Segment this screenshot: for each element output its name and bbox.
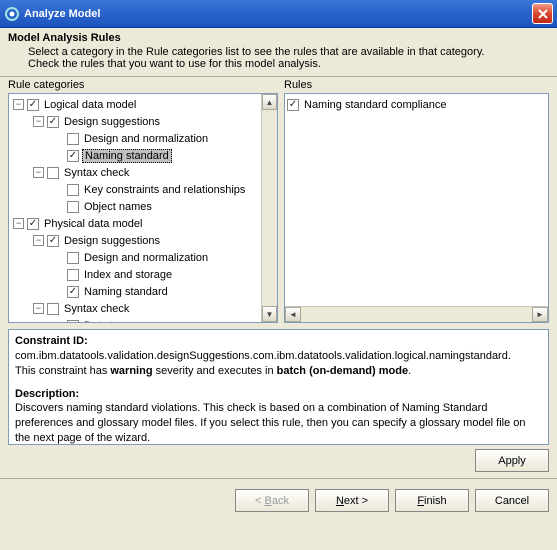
rule-label: Naming standard compliance (302, 99, 448, 111)
constraint-id-value: com.ibm.datatools.validation.designSugge… (15, 349, 542, 364)
description-body: Discovers naming standard violations. Th… (15, 401, 542, 445)
collapse-icon[interactable]: − (33, 116, 44, 127)
finish-button[interactable]: Finish (395, 489, 469, 512)
tree-node-selected[interactable]: Naming standard (82, 149, 172, 163)
checkbox-logical-model[interactable] (27, 99, 39, 111)
tree-node[interactable]: Design suggestions (62, 116, 162, 128)
instruction-line-1: Select a category in the Rule categories… (28, 46, 549, 58)
tree-node[interactable]: Naming standard (82, 286, 170, 298)
scroll-down-icon[interactable]: ▼ (262, 306, 277, 322)
checkbox-naming-standard-compliance[interactable] (287, 99, 299, 111)
rule-categories-tree[interactable]: −Logical data model −Design suggestions … (8, 93, 278, 323)
tree-node[interactable]: Design and normalization (82, 252, 210, 264)
title-bar: Analyze Model (0, 0, 557, 28)
tree-node[interactable]: Design suggestions (62, 235, 162, 247)
collapse-icon[interactable]: − (13, 218, 24, 229)
separator (0, 76, 557, 77)
collapse-icon[interactable]: − (33, 235, 44, 246)
checkbox-design-normalization[interactable] (67, 133, 79, 145)
checkbox-object-names[interactable] (67, 201, 79, 213)
description-panel: Constraint ID: com.ibm.datatools.validat… (8, 329, 549, 445)
checkbox-design-suggestions[interactable] (47, 116, 59, 128)
app-icon (4, 6, 20, 22)
scroll-left-icon[interactable]: ◄ (285, 307, 301, 322)
vertical-scrollbar[interactable]: ▲ ▼ (261, 94, 277, 322)
collapse-icon[interactable]: − (13, 99, 24, 110)
rules-label: Rules (284, 79, 549, 91)
scroll-right-icon[interactable]: ► (532, 307, 548, 322)
checkbox-data-types[interactable] (67, 320, 79, 323)
tree-node[interactable]: Syntax check (62, 303, 131, 315)
checkbox-design-suggestions-phys[interactable] (47, 235, 59, 247)
page-title: Model Analysis Rules (8, 32, 549, 44)
scroll-up-icon[interactable]: ▲ (262, 94, 277, 110)
tree-node[interactable]: Syntax check (62, 167, 131, 179)
checkbox-syntax-check-phys[interactable] (47, 303, 59, 315)
description-label: Description: (15, 388, 79, 400)
instruction-area: Model Analysis Rules Select a category i… (0, 28, 557, 72)
tree-node[interactable]: Data types (82, 320, 139, 323)
checkbox-design-normalization-phys[interactable] (67, 252, 79, 264)
rules-list[interactable]: Naming standard compliance ◄ ► (284, 93, 549, 323)
next-button[interactable]: Next > (315, 489, 389, 512)
horizontal-scrollbar[interactable]: ◄ ► (285, 306, 548, 322)
rule-item[interactable]: Naming standard compliance (287, 96, 546, 113)
tree-node[interactable]: Key constraints and relationships (82, 184, 247, 196)
apply-button[interactable]: Apply (475, 449, 549, 472)
checkbox-index-storage[interactable] (67, 269, 79, 281)
checkbox-physical-model[interactable] (27, 218, 39, 230)
checkbox-key-constraints[interactable] (67, 184, 79, 196)
instruction-line-2: Check the rules that you want to use for… (28, 58, 549, 70)
tree-node[interactable]: Design and normalization (82, 133, 210, 145)
window-title: Analyze Model (24, 8, 100, 20)
tree-node[interactable]: Physical data model (42, 218, 144, 230)
collapse-icon[interactable]: − (33, 167, 44, 178)
close-button[interactable] (532, 3, 553, 24)
back-button: < Back (235, 489, 309, 512)
tree-node[interactable]: Index and storage (82, 269, 174, 281)
tree-node[interactable]: Object names (82, 201, 154, 213)
constraint-severity-line: This constraint has warning severity and… (15, 364, 542, 379)
checkbox-syntax-check[interactable] (47, 167, 59, 179)
checkbox-naming-standard[interactable] (67, 150, 79, 162)
rule-categories-label: Rule categories (8, 79, 278, 91)
cancel-button[interactable]: Cancel (475, 489, 549, 512)
wizard-buttons: < Back Next > Finish Cancel (0, 478, 557, 520)
tree-node[interactable]: Logical data model (42, 99, 138, 111)
checkbox-naming-standard-phys[interactable] (67, 286, 79, 298)
constraint-id-label: Constraint ID: (15, 335, 88, 347)
collapse-icon[interactable]: − (33, 303, 44, 314)
